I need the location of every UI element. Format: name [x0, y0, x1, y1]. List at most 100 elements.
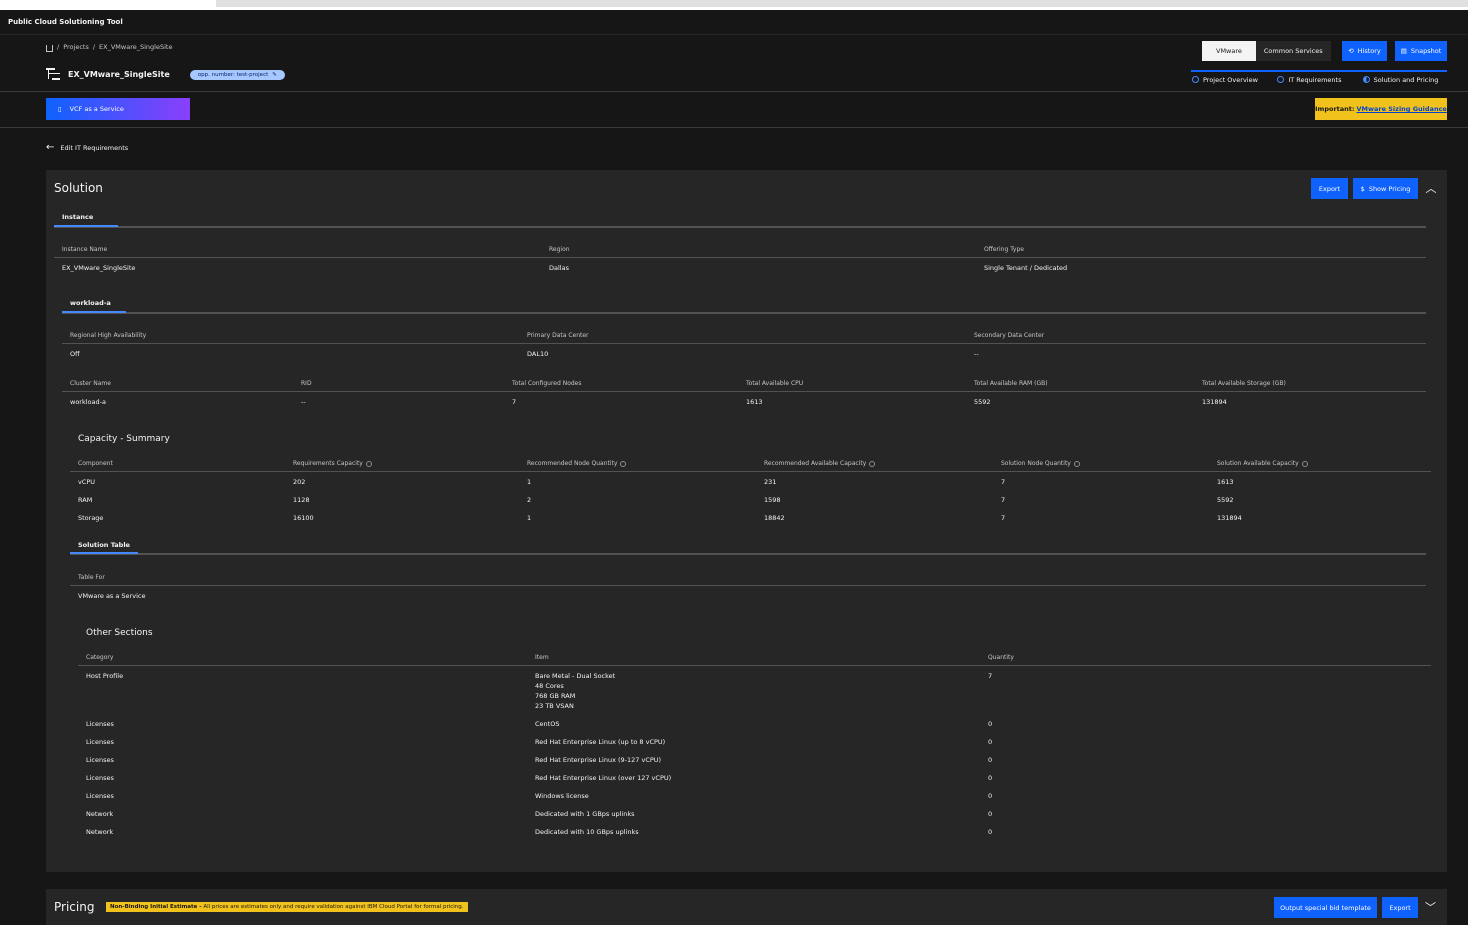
output-bid-template-button[interactable]: Output special bid template	[1274, 897, 1377, 918]
project-title-row: EX_VMware_SingleSite opp. number: test-p…	[46, 68, 285, 81]
host-qty: 7	[988, 672, 993, 680]
primary-dc-value: DAL10	[527, 350, 549, 358]
col-header: Regional High Availability	[70, 332, 147, 339]
host-profile-category: Host Profile	[86, 672, 124, 680]
info-icon[interactable]	[1073, 460, 1080, 467]
col-header: Primary Data Center	[527, 332, 589, 339]
show-pricing-button[interactable]: $ Show Pricing	[1353, 178, 1418, 199]
capacity-cell: 202	[293, 478, 306, 486]
tab-instance[interactable]: Instance	[62, 213, 93, 221]
export-button[interactable]: Export	[1311, 178, 1348, 199]
home-icon[interactable]	[46, 44, 53, 52]
col-header: Cluster Name	[70, 380, 111, 387]
secondary-dc-value: --	[974, 350, 979, 358]
tab-workload-a[interactable]: workload-a	[70, 299, 111, 307]
step-complete-icon	[1192, 76, 1199, 83]
region-value: Dallas	[549, 264, 569, 272]
breadcrumb-projects[interactable]: Projects	[63, 43, 89, 51]
tab-solution-table[interactable]: Solution Table	[78, 541, 130, 549]
cluster-name-value: workload-a	[70, 398, 106, 406]
hierarchy-icon	[46, 68, 60, 81]
opp-number-tag[interactable]: opp. number: test-project ✎	[189, 69, 285, 80]
opp-number-text: opp. number: test-project	[197, 71, 269, 78]
other-cell: 0	[988, 756, 993, 764]
sizing-guidance-link[interactable]: VMware Sizing Guidance	[1356, 105, 1446, 113]
col-header: Total Available Storage (GB)	[1202, 380, 1286, 387]
browser-top-strip-gray	[216, 0, 1468, 7]
chevron-down-icon[interactable]: ﹀	[1425, 899, 1436, 915]
instance-tabline	[54, 225, 1426, 228]
chevron-up-icon[interactable]: ︿	[1424, 180, 1438, 195]
step-solution-pricing[interactable]: Solution and Pricing	[1361, 70, 1447, 84]
col-header: Secondary Data Center	[974, 332, 1045, 339]
edit-it-requirements-link[interactable]: ← Edit IT Requirements	[46, 142, 128, 153]
app-bar: Public Cloud Solutioning Tool	[0, 10, 1468, 35]
col-header: Recommended Node Quantity	[527, 460, 627, 467]
important-prefix: Important:	[1315, 105, 1355, 113]
divider	[54, 257, 1426, 258]
other-cell: Licenses	[86, 738, 114, 746]
arrow-left-icon: ←	[46, 142, 55, 153]
host-line: 768 GB RAM	[535, 692, 576, 700]
table-for-value: VMware as a Service	[78, 592, 146, 600]
table-for-label: Table For	[78, 574, 105, 581]
info-icon[interactable]	[869, 460, 876, 467]
other-cell: Windows license	[535, 792, 589, 800]
instance-name-value: EX_VMware_SingleSite	[62, 264, 136, 272]
divider	[62, 391, 1426, 392]
capacity-cell: RAM	[78, 496, 93, 504]
col-header: Solution Available Capacity	[1217, 460, 1308, 467]
other-cell: Network	[86, 810, 114, 818]
step-complete-icon	[1277, 76, 1285, 83]
app-title[interactable]: Public Cloud Solutioning Tool	[8, 18, 123, 26]
col-header-text: Requirements Capacity	[293, 460, 363, 467]
capacity-cell: vCPU	[78, 478, 96, 486]
toggle-vmware[interactable]: VMware	[1202, 41, 1256, 61]
capacity-cell: 131894	[1217, 514, 1242, 522]
other-cell: Network	[86, 828, 114, 836]
capacity-cell: 7	[1001, 478, 1006, 486]
capacity-cell: 1128	[293, 496, 310, 504]
other-cell: Licenses	[86, 774, 114, 782]
pricing-export-button[interactable]: Export	[1382, 897, 1418, 918]
other-cell: Red Hat Enterprise Linux (up to 8 vCPU)	[535, 738, 666, 746]
workload-tabline	[62, 311, 1426, 314]
estimate-warning: Non-Binding Initial Estimate - All price…	[106, 902, 468, 912]
important-notice: Important: VMware Sizing Guidance	[1315, 98, 1447, 120]
capacity-cell: 7	[1001, 514, 1006, 522]
breadcrumb-current: EX_VMware_SingleSite	[99, 43, 173, 51]
step-label: Solution and Pricing	[1373, 76, 1439, 84]
col-header: RID	[301, 380, 312, 387]
document-icon: ▯	[58, 105, 62, 113]
col-header: Total Configured Nodes	[512, 380, 582, 387]
vcf-label: VCF as a Service	[69, 105, 124, 113]
vcf-service-card[interactable]: ▯ VCF as a Service	[46, 98, 190, 120]
browser-top-strip	[0, 0, 1468, 10]
capacity-cell: 1598	[764, 496, 781, 504]
info-icon[interactable]	[620, 460, 627, 467]
step-it-requirements[interactable]: IT Requirements	[1276, 70, 1362, 84]
capacity-cell: 1	[527, 514, 532, 522]
host-line: 48 Cores	[535, 682, 564, 690]
other-cell: 0	[988, 810, 993, 818]
col-header: Region	[549, 246, 570, 253]
breadcrumb-sep: /	[92, 43, 96, 51]
snapshot-button[interactable]: ▤ Snapshot	[1395, 41, 1447, 61]
history-button[interactable]: ⟲ History	[1342, 41, 1387, 61]
service-bar: ▯ VCF as a Service Important: VMware Sizin…	[0, 92, 1468, 128]
col-header: Component	[78, 460, 113, 467]
capacity-cell: 7	[1001, 496, 1006, 504]
info-icon[interactable]	[365, 460, 372, 467]
step-project-overview[interactable]: Project Overview	[1191, 70, 1277, 84]
other-cell: Red Hat Enterprise Linux (over 127 vCPU)	[535, 774, 672, 782]
col-header: Requirements Capacity	[293, 460, 372, 467]
edit-icon[interactable]: ✎	[272, 72, 277, 78]
toggle-common-services[interactable]: Common Services	[1255, 41, 1331, 61]
col-header: Quantity	[988, 654, 1014, 661]
snapshot-icon: ▤	[1400, 47, 1407, 55]
nodes-value: 7	[512, 398, 517, 406]
step-label: Project Overview	[1203, 76, 1258, 84]
info-icon[interactable]	[1301, 460, 1308, 467]
other-cell: 0	[988, 774, 993, 782]
col-header: Solution Node Quantity	[1001, 460, 1080, 467]
